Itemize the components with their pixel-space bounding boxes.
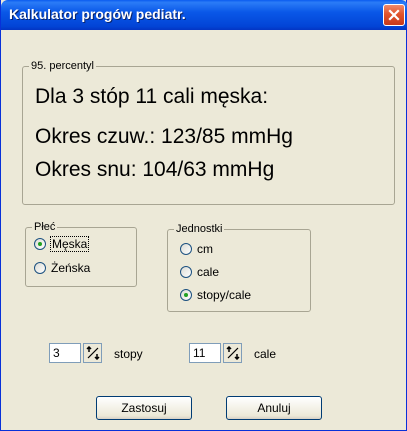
radio-female-indicator[interactable] (34, 262, 46, 274)
close-button[interactable] (383, 4, 405, 26)
inches-unit-label: cale (254, 347, 277, 361)
sex-group: Płeć Męska Żeńska (25, 220, 137, 287)
feet-unit-label: stopy (114, 347, 143, 361)
radio-feet-inches-indicator[interactable] (180, 289, 192, 301)
radio-feet-inches-label: stopy/cale (197, 288, 252, 302)
radio-feet-inches[interactable]: stopy/cale (180, 288, 251, 302)
awake-bp-value: Okres czuw.: 123/85 mmHg (35, 125, 293, 148)
radio-cm-indicator[interactable] (180, 243, 192, 255)
radio-cm[interactable]: cm (180, 242, 213, 256)
window-title: Kalkulator progów pediatr. (9, 6, 186, 22)
sleep-bp-value: Okres snu: 104/63 mmHg (35, 158, 275, 181)
feet-input[interactable]: 3 (49, 343, 81, 363)
dialog-window: Kalkulator progów pediatr. 95. percentyl… (0, 0, 407, 431)
cancel-button[interactable]: Anuluj (226, 396, 322, 420)
radio-cm-label: cm (197, 242, 213, 256)
spin-arrows-icon (225, 346, 240, 360)
title-bar[interactable]: Kalkulator progów pediatr. (1, 0, 407, 30)
close-icon (388, 9, 400, 21)
apply-button[interactable]: Zastosuj (96, 396, 192, 420)
spin-arrows-icon (85, 346, 100, 360)
inches-input[interactable]: 11 (189, 343, 221, 363)
percentile-group: 95. percentyl Dla 3 stóp 11 cali męska: … (22, 59, 395, 205)
radio-male[interactable]: Męska (34, 236, 90, 252)
units-legend: Jednostki (174, 222, 225, 236)
radio-male-indicator[interactable] (34, 238, 46, 250)
radio-inches-label: cale (197, 265, 220, 279)
radio-female-label: Żeńska (51, 261, 91, 275)
inches-spin-button[interactable] (223, 343, 242, 363)
sex-legend: Płeć (32, 220, 58, 234)
radio-inches-indicator[interactable] (180, 266, 192, 278)
radio-inches[interactable]: cale (180, 265, 219, 279)
radio-male-label: Męska (49, 236, 90, 252)
radio-female[interactable]: Żeńska (34, 261, 90, 275)
percentile-legend: 95. percentyl (29, 59, 96, 73)
result-heading: Dla 3 stóp 11 cali męska: (35, 85, 269, 108)
units-group: Jednostki cm cale stopy/cale (167, 222, 311, 312)
feet-spin-button[interactable] (83, 343, 102, 363)
